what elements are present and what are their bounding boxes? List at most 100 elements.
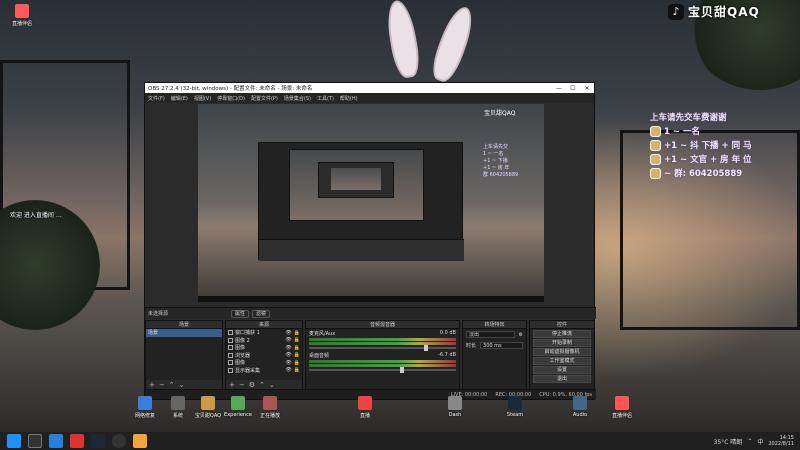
preview-canvas[interactable]: 宝贝甜QAQ 上车请先交 1 ~ 一名 +1 ~ 下播 +1 ~ 房 年 群 6…: [198, 104, 544, 302]
lock-icon: 🔒: [293, 344, 300, 351]
chevron-up-icon[interactable]: ⌃: [747, 438, 752, 445]
source-item[interactable]: 图像 2 👁 🔒: [226, 337, 302, 345]
taskbar: 35°C 晴朗 ⌃ 中 14:15 2022/8/11: [0, 432, 800, 450]
eye-icon: 👁: [285, 367, 292, 374]
chat-line: ~ 群: 604205889: [650, 166, 800, 180]
menu-tools[interactable]: 工具(T): [317, 95, 334, 102]
settings-button[interactable]: 设置: [533, 366, 591, 374]
scene-item[interactable]: 场景: [146, 329, 222, 337]
streamer-name: 宝贝甜QAQ: [688, 5, 760, 19]
chat-line: +1 ~ 抖 下播 + 同 马: [650, 138, 800, 152]
windows-start-icon[interactable]: [7, 434, 21, 448]
add-icon[interactable]: +: [149, 381, 155, 389]
desktop-icon[interactable]: 直播伴侣: [602, 396, 642, 419]
eye-icon: 👁: [285, 329, 292, 336]
title-bar[interactable]: OBS 27.2.4 (32-bit, windows) - 配置文件: 未命名…: [145, 83, 594, 93]
desktop-icon[interactable]: Audio: [560, 396, 600, 418]
lock-icon: 🔒: [293, 329, 300, 336]
slider-handle[interactable]: [423, 345, 428, 351]
live-companion-icon[interactable]: [133, 434, 147, 448]
transition-select[interactable]: 淡出: [466, 331, 515, 338]
maximize-icon[interactable]: ☐: [566, 85, 580, 92]
weather-text[interactable]: 35°C 晴朗: [714, 437, 743, 446]
studio-mode-button[interactable]: 工作室模式: [533, 357, 591, 365]
panel-header: 场景: [146, 321, 222, 329]
app-icon[interactable]: [70, 434, 84, 448]
side-caption: 欢迎 进入直播间 …: [10, 212, 62, 219]
exit-button[interactable]: 退出: [533, 375, 591, 383]
eye-icon: 👁: [285, 344, 292, 351]
desktop-icon[interactable]: Dash: [435, 396, 475, 418]
obs-icon[interactable]: [112, 434, 126, 448]
menu-edit[interactable]: 编辑(E): [171, 95, 188, 102]
avatar: [650, 139, 661, 151]
stop-streaming-button[interactable]: 停止推流: [533, 330, 591, 338]
volume-slider[interactable]: [309, 367, 456, 373]
menu-file[interactable]: 文件(F): [148, 95, 165, 102]
audio-mixer-panel: 音频混音器 麦克风/Aux 0.0 dB 桌面音频 -6.7 dB: [305, 320, 460, 390]
menu-view[interactable]: 视图(V): [194, 95, 211, 102]
preview-chat: 上车请先交 1 ~ 一名 +1 ~ 下播 +1 ~ 房 年 群 60420588…: [483, 144, 519, 178]
duration-input[interactable]: 300 ms: [480, 342, 523, 349]
source-item[interactable]: 图像 👁 🔒: [226, 344, 302, 352]
lock-icon: 🔒: [293, 337, 300, 344]
move-down-icon[interactable]: ⌄: [269, 381, 275, 389]
move-up-icon[interactable]: ⌃: [259, 381, 265, 389]
virtual-camera-button[interactable]: 启动虚拟摄像机: [533, 348, 591, 356]
desktop-icon[interactable]: 直播: [345, 396, 385, 419]
source-item[interactable]: 窗口捕获 1 👁 🔒: [226, 329, 302, 337]
desktop-icon[interactable]: 正在播放: [250, 396, 290, 419]
minimize-icon[interactable]: —: [552, 85, 566, 92]
panel-footer: + − ⚙ ⌃ ⌄: [226, 380, 302, 389]
source-item[interactable]: 浏览器 👁 🔒: [226, 352, 302, 360]
steam-icon[interactable]: [91, 434, 105, 448]
lock-icon: 🔒: [293, 352, 300, 359]
audio-meter: [309, 360, 456, 363]
close-icon[interactable]: ✕: [580, 85, 594, 92]
source-toolbar: 未选择源 属性 滤镜: [145, 307, 596, 319]
controls-panel: 控件 停止推流 开始录制 启动虚拟摄像机 工作室模式 设置 退出: [529, 320, 595, 390]
avatar: [650, 125, 661, 137]
properties-button[interactable]: 属性: [231, 309, 250, 318]
clock[interactable]: 14:15 2022/8/11: [768, 435, 794, 447]
system-tray: 35°C 晴朗 ⌃ 中 14:15 2022/8/11: [714, 435, 800, 447]
menu-docks[interactable]: 停靠窗口(D): [217, 95, 245, 102]
ime-indicator[interactable]: 中: [757, 437, 763, 446]
transitions-panel: 转场特效 淡出 ⚙ 时长 300 ms: [462, 320, 527, 390]
menu-profile[interactable]: 配置文件(P): [251, 95, 278, 102]
source-item[interactable]: 图像 👁 🔒: [226, 359, 302, 367]
slider-handle[interactable]: [400, 367, 405, 373]
source-item[interactable]: 显示器采集 👁 🔒: [226, 367, 302, 375]
move-down-icon[interactable]: ⌄: [179, 381, 185, 389]
remove-icon[interactable]: −: [239, 381, 245, 389]
avatar: [650, 153, 661, 165]
search-icon[interactable]: [28, 434, 42, 448]
avatar: [650, 167, 661, 179]
desktop-icon-live-companion[interactable]: 直播伴侣: [2, 4, 42, 27]
move-up-icon[interactable]: ⌃: [169, 381, 175, 389]
audio-meter: [309, 342, 456, 345]
add-icon[interactable]: +: [229, 381, 235, 389]
obs-window[interactable]: OBS 27.2.4 (32-bit, windows) - 配置文件: 未命名…: [144, 82, 596, 400]
gear-icon[interactable]: ⚙: [249, 381, 255, 389]
lock-icon: 🔒: [293, 367, 300, 374]
scenes-panel: 场景 场景 + − ⌃ ⌄: [145, 320, 223, 390]
eye-icon: 👁: [285, 337, 292, 344]
app-icon: [15, 4, 29, 18]
bunny-ear-right: [427, 2, 479, 86]
desktop-icon[interactable]: Steam: [495, 396, 535, 418]
filters-button[interactable]: 滤镜: [252, 309, 271, 318]
menu-scene-collection[interactable]: 场景集合(S): [284, 95, 311, 102]
panel-header: 音频混音器: [306, 321, 459, 329]
preview-logo: 宝贝甜QAQ: [484, 110, 516, 117]
streamer-badge: ♪ 宝贝甜QAQ: [668, 3, 760, 20]
gear-icon[interactable]: ⚙: [519, 332, 523, 338]
panel-footer: + − ⌃ ⌄: [146, 380, 222, 389]
audio-meter: [309, 338, 456, 341]
menu-bar: 文件(F) 编辑(E) 视图(V) 停靠窗口(D) 配置文件(P) 场景集合(S…: [145, 93, 594, 103]
start-recording-button[interactable]: 开始录制: [533, 339, 591, 347]
menu-help[interactable]: 帮助(H): [340, 95, 358, 102]
edge-icon[interactable]: [49, 434, 63, 448]
volume-slider[interactable]: [309, 345, 456, 351]
remove-icon[interactable]: −: [159, 381, 165, 389]
